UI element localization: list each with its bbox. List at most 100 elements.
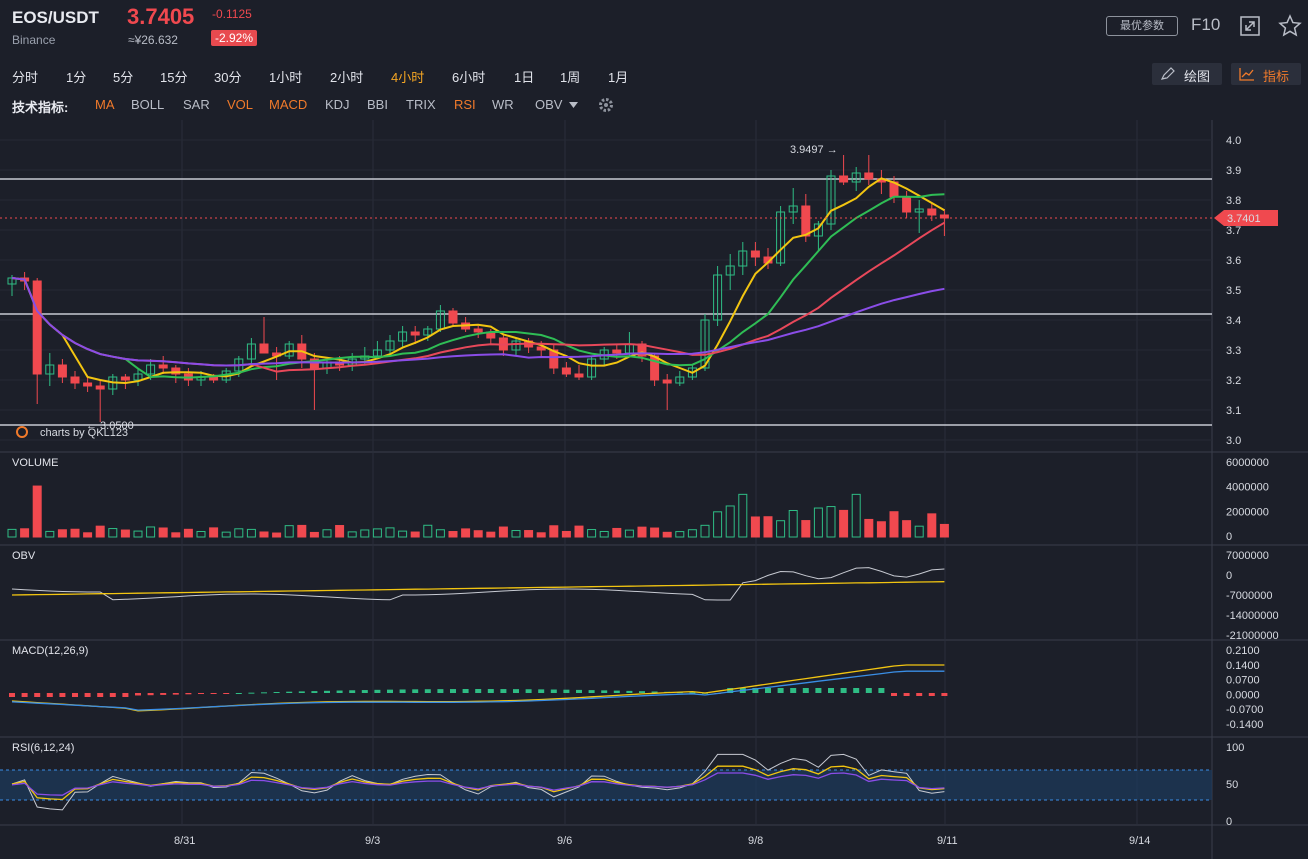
ticker-header: EOS/USDT Binance 3.7405 ≈¥26.632 -0.1125… [0, 0, 1308, 58]
ind-ma[interactable]: MA [95, 97, 115, 112]
volume-bar [624, 529, 634, 538]
volume-bar [57, 529, 67, 538]
macd-histogram-bar [462, 689, 469, 693]
last-price: 3.7405 [127, 4, 195, 29]
tf-item[interactable]: 6小时 [452, 67, 485, 86]
chart-area[interactable]: 3.74013.9497 →← 3.0500charts by QKL123 V… [0, 120, 1308, 859]
macd-histogram-bar [765, 688, 771, 693]
tf-item[interactable]: 1日 [514, 67, 534, 86]
macd-histogram-bar [450, 689, 456, 693]
panel-axis-label: 0 [1226, 816, 1232, 828]
macd-histogram-bar [9, 693, 15, 697]
panel-axis-label: 4000000 [1226, 482, 1269, 494]
volume-bar [713, 511, 723, 538]
draw-button[interactable]: 绘图 [1152, 63, 1222, 85]
obv-panel: OBV 7000000 0 -7000000 -14000000 -21000000 [11, 550, 1279, 642]
tf-item[interactable]: 15分 [160, 67, 187, 86]
macd-histogram-bar [21, 693, 28, 697]
candle-body [927, 208, 937, 216]
macd-histogram-bar [97, 693, 104, 697]
macd-histogram-bar [941, 693, 948, 696]
ind-kdj[interactable]: KDJ [325, 97, 350, 112]
best-params-button[interactable]: 最优参数 [1106, 16, 1178, 36]
ind-macd[interactable]: MACD [269, 97, 307, 112]
volume-bar [146, 526, 156, 538]
volume-bar [599, 530, 609, 538]
volume-bar [763, 516, 773, 538]
obv-ma-line [11, 581, 945, 596]
volume-bar [813, 507, 823, 538]
ind-wr[interactable]: WR [492, 97, 514, 112]
candle-body [158, 364, 168, 369]
indicator-button[interactable]: 指标 [1231, 63, 1301, 85]
fullscreen-icon[interactable] [1238, 14, 1262, 38]
tf-item[interactable]: 1小时 [269, 67, 302, 86]
macd-histogram-bar [324, 690, 330, 693]
macd-histogram-bar [235, 693, 242, 694]
tf-item[interactable]: 分时 [12, 67, 38, 86]
tf-item[interactable]: 1周 [560, 67, 580, 86]
tf-item[interactable]: 1月 [608, 67, 628, 86]
panel-axis-label: 0.0700 [1226, 675, 1260, 687]
volume-bar [70, 528, 80, 538]
ind-bbi[interactable]: BBI [367, 97, 388, 112]
date-axis-label: 9/8 [748, 835, 763, 847]
star-icon[interactable] [1278, 14, 1302, 38]
volume-bar [221, 531, 231, 538]
tf-item[interactable]: 1分 [66, 67, 86, 86]
chart-grid [0, 120, 1308, 859]
ind-rsi[interactable]: RSI [454, 97, 476, 112]
candle-body [32, 280, 42, 375]
macd-histogram-bar [588, 690, 595, 693]
candle-body [561, 367, 571, 375]
watermark: charts by QKL123 [40, 427, 128, 439]
timeframe-bar: 分时 1分 5分 15分 30分 1小时 2小时 4小时 6小时 1日 1周 1… [0, 58, 1308, 90]
cny-price: ≈¥26.632 [128, 33, 178, 47]
date-axis-label: 9/11 [937, 835, 958, 847]
macd-histogram-bar [286, 691, 293, 693]
tf-item[interactable]: 2小时 [330, 67, 363, 86]
volume-bar [675, 531, 685, 538]
tf-item-active[interactable]: 4小时 [391, 67, 424, 86]
ind-obv-dropdown[interactable]: OBV [535, 97, 562, 112]
panel-axis-label: -7000000 [1226, 590, 1273, 602]
current-price-tag-label: 3.7401 [1227, 213, 1261, 225]
date-axis-label: 9/6 [557, 835, 572, 847]
macd-histogram-bar [828, 688, 834, 693]
ind-sar[interactable]: SAR [183, 97, 210, 112]
indicator-bar-label: 技术指标: [12, 100, 69, 115]
volume-bar [183, 528, 193, 538]
macd-histogram-bar [815, 688, 822, 693]
panel-axis-label: -0.1400 [1226, 719, 1263, 731]
panel-axis-label: -0.0700 [1226, 704, 1263, 716]
volume-bar [587, 529, 597, 538]
caret-down-icon[interactable] [569, 102, 578, 108]
tf-item[interactable]: 30分 [214, 67, 241, 86]
f10-button[interactable]: F10 [1191, 15, 1220, 35]
tf-item[interactable]: 5分 [113, 67, 133, 86]
volume-bar [158, 527, 168, 538]
volume-bar [284, 525, 294, 538]
macd-histogram-bar [853, 688, 860, 693]
ind-boll[interactable]: BOLL [131, 97, 164, 112]
axes: 4.0 3.9 3.8 3.7 3.6 3.5 3.4 3.3 3.2 3.1 3.0 8/31 9/3… [174, 135, 1241, 847]
price-axis-label: 3.3 [1226, 345, 1241, 357]
volume-bar [297, 524, 307, 538]
volume-bar [209, 527, 219, 538]
candle-body [574, 373, 584, 378]
ind-trix[interactable]: TRIX [406, 97, 436, 112]
macd-histogram-bar [46, 693, 53, 697]
ind-vol[interactable]: VOL [227, 97, 253, 112]
volume-bar [498, 526, 508, 538]
gear-icon[interactable] [597, 96, 615, 114]
volume-bar [801, 520, 811, 538]
macd-histogram-bar [273, 692, 280, 694]
candle-body [70, 376, 80, 384]
volume-bar [725, 505, 735, 538]
date-axis-label: 8/31 [174, 835, 195, 847]
candle-body [612, 349, 622, 354]
volume-bar [461, 528, 471, 538]
macd-histogram-bar [412, 689, 419, 693]
volume-bar [335, 525, 345, 538]
volume-bar [246, 528, 256, 538]
